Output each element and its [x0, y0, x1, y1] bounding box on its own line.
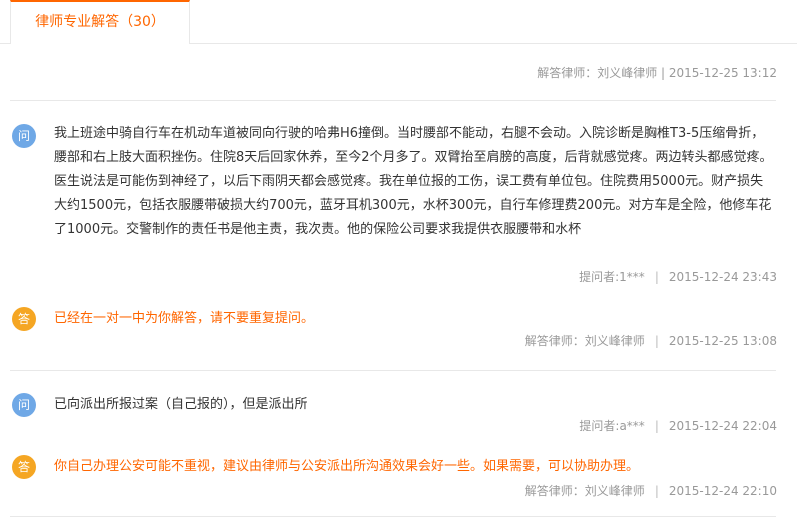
- meta-separator: |: [654, 419, 659, 433]
- tab-active-indicator: [11, 43, 189, 45]
- question-text: 我上班途中骑自行车在机动车道被同向行驶的哈弗H6撞倒。当时腰部不能动，右腿不会动…: [54, 126, 773, 237]
- answer-text: 已经在一对一中为你解答，请不要重复提问。: [54, 311, 315, 326]
- answer-author: 解答律师：刘义峰律师: [524, 334, 645, 348]
- previous-answer-meta: 解答律师：刘义峰律师 | 2015-12-25 13:12: [537, 62, 777, 84]
- meta-separator: |: [654, 334, 659, 348]
- question-author: 提问者:a***: [579, 419, 645, 433]
- thread-divider: [10, 100, 776, 101]
- answer-text: 你自己办理公安可能不重视，建议由律师与公安派出所沟通效果会好一些。如果需要，可以…: [54, 459, 640, 474]
- question-time: 2015-12-24 23:43: [668, 270, 777, 284]
- answer-author: 解答律师：刘义峰律师: [524, 484, 645, 498]
- answer-time: 2015-12-25 13:08: [668, 334, 777, 348]
- meta-separator: |: [654, 484, 659, 498]
- meta-separator: |: [654, 270, 659, 284]
- question-author: 提问者:1***: [579, 270, 645, 284]
- answer-time: 2015-12-24 22:10: [668, 484, 777, 498]
- answer-meta: 解答律师：刘义峰律师 | 2015-12-25 13:08: [525, 331, 777, 351]
- question-meta: 提问者:a*** | 2015-12-24 22:04: [579, 416, 777, 436]
- question-meta: 提问者:1*** | 2015-12-24 23:43: [579, 267, 777, 287]
- question-icon: 问: [12, 124, 36, 148]
- question-icon: 问: [12, 393, 36, 417]
- thread-divider: [10, 516, 776, 517]
- question-text: 已向派出所报过案（自己报的），但是派出所: [54, 397, 308, 412]
- tab-lawyer-answers[interactable]: 律师专业解答（30）: [10, 0, 190, 45]
- tab-label: 律师专业解答（30）: [35, 14, 165, 30]
- previous-answer-meta-text: 解答律师：刘义峰律师 | 2015-12-25 13:12: [537, 66, 777, 80]
- thread-divider: [10, 370, 776, 371]
- answer-icon: 答: [12, 455, 36, 479]
- question-time: 2015-12-24 22:04: [668, 419, 777, 433]
- answer-icon: 答: [12, 307, 36, 331]
- answer-meta: 解答律师：刘义峰律师 | 2015-12-24 22:10: [525, 481, 777, 501]
- answers-tab-bar: 律师专业解答（30）: [0, 0, 797, 45]
